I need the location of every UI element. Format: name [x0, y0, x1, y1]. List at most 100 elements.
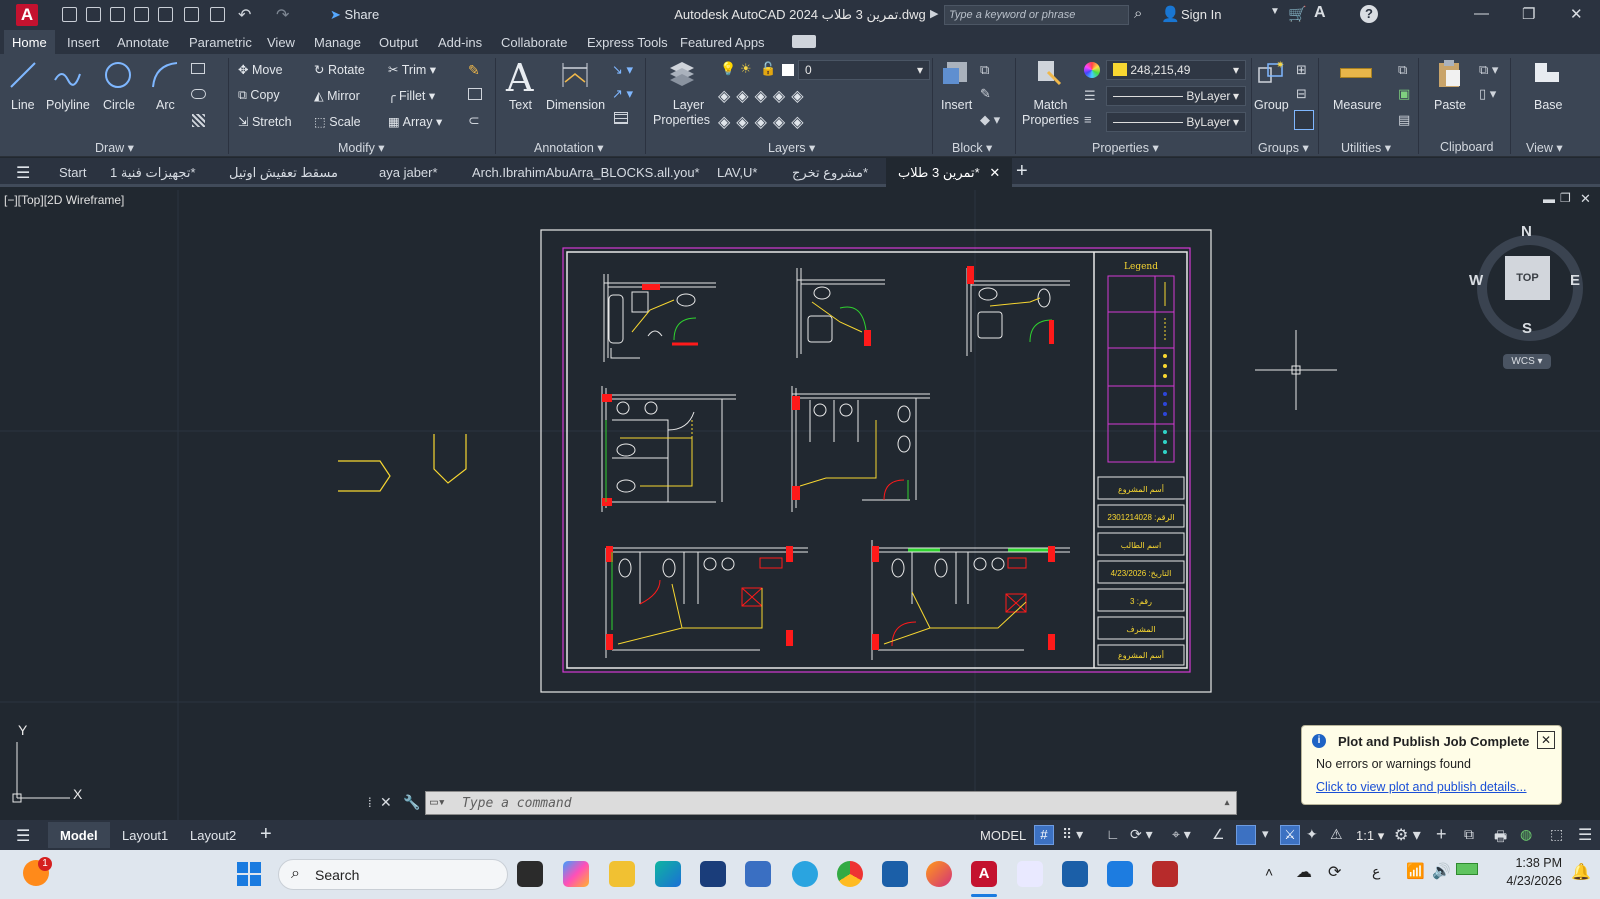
linetype-dropdown[interactable]: ByLayer ▾	[1106, 86, 1246, 106]
edit-block-icon[interactable]: ✎	[980, 86, 991, 102]
battery-icon[interactable]	[1456, 863, 1478, 875]
command-history-icon[interactable]: ▴	[1223, 795, 1231, 810]
new-tab-icon[interactable]: +	[1016, 160, 1028, 183]
text-button[interactable]: Text	[509, 98, 532, 112]
tab-manage[interactable]: Manage	[314, 35, 361, 50]
bathroom-plan[interactable]	[603, 274, 716, 362]
bathroom-plan[interactable]	[605, 546, 808, 658]
arc-button[interactable]: Arc	[156, 98, 175, 112]
help-icon[interactable]: ?	[1360, 5, 1378, 23]
base-button[interactable]: Base	[1534, 98, 1563, 112]
tab-express-tools[interactable]: Express Tools	[587, 35, 668, 50]
wifi-icon[interactable]: 📶	[1406, 862, 1425, 880]
modify-panel-label[interactable]: Modify ▾	[338, 140, 385, 155]
select-all-icon[interactable]: ▣	[1398, 86, 1410, 102]
ribbon-toggle-icon[interactable]	[792, 35, 816, 48]
save-as-icon[interactable]	[134, 7, 149, 22]
stretch-button[interactable]: ⇲ Stretch	[238, 114, 292, 129]
clock-date[interactable]: 4/23/2026	[1490, 874, 1562, 888]
properties-panel-label[interactable]: Properties ▾	[1092, 140, 1159, 155]
stray-shape[interactable]	[338, 460, 391, 492]
stray-shape[interactable]	[433, 434, 467, 484]
explode-icon[interactable]	[468, 88, 482, 100]
annotation-panel-label[interactable]: Annotation ▾	[534, 140, 604, 155]
tab-view[interactable]: View	[267, 35, 295, 50]
offset-icon[interactable]: ⊂	[468, 112, 480, 129]
annotation-monitor-icon[interactable]: +	[1436, 824, 1447, 845]
layers-panel-label[interactable]: Layers ▾	[768, 140, 815, 155]
doc-tab[interactable]: مشروع تخرج*	[792, 165, 868, 181]
minimize-icon[interactable]: —	[1474, 5, 1489, 22]
taskbar-search-input[interactable]: ⌕ Search	[278, 859, 508, 890]
color-wheel-icon[interactable]	[1084, 62, 1100, 78]
save-icon[interactable]	[110, 7, 125, 22]
autocad-taskbar-icon[interactable]: A	[971, 861, 997, 887]
measure-button[interactable]: Measure	[1333, 98, 1382, 112]
cart-icon[interactable]: 🛒	[1288, 5, 1307, 23]
rectangle-icon[interactable]	[191, 63, 205, 74]
workspace-gear-icon[interactable]: ⚙ ▾	[1394, 825, 1421, 845]
model-space-button[interactable]: MODEL	[980, 828, 1026, 843]
tray-chevron-icon[interactable]: ˄	[1265, 864, 1273, 880]
autoscale-icon[interactable]: ✦	[1306, 826, 1318, 843]
annotation-visibility-icon[interactable]: ⚔	[1280, 825, 1300, 845]
draw-panel-label[interactable]: Draw ▾	[95, 140, 134, 155]
menu-icon[interactable]: ☰	[16, 163, 30, 183]
insert-button[interactable]: Insert	[941, 98, 972, 112]
quick-select-icon[interactable]: ⧉	[1398, 62, 1407, 78]
ellipse-icon[interactable]	[191, 89, 206, 99]
onedrive-icon[interactable]: ☁	[1296, 862, 1312, 882]
share-button[interactable]: ➤ Share	[330, 7, 379, 23]
add-layout-icon[interactable]: +	[260, 823, 272, 846]
tab-parametric[interactable]: Parametric	[189, 35, 252, 50]
command-grip-icon[interactable]: ⁞	[368, 795, 372, 810]
copy-button[interactable]: ⧉ Copy	[238, 88, 280, 103]
clean-screen-icon[interactable]: ⬚	[1550, 826, 1563, 843]
annotation-scale-icon[interactable]: ⚠	[1330, 826, 1343, 843]
open-file-icon[interactable]	[86, 7, 101, 22]
search-icon[interactable]: ⌕	[1134, 5, 1142, 22]
command-customize-icon[interactable]: 🔧	[403, 794, 420, 811]
circle-button[interactable]: Circle	[103, 98, 135, 112]
grid-icon[interactable]: #	[1034, 825, 1054, 845]
ungroup-icon[interactable]: ⊞	[1296, 62, 1307, 78]
doc-tab[interactable]: مسقط تعفيش اوتيل	[229, 165, 338, 181]
bathroom-plan[interactable]	[601, 386, 736, 512]
layer-lock-icon[interactable]: 🔓	[760, 61, 776, 77]
lineweight-dropdown[interactable]: ByLayer ▾	[1106, 112, 1246, 132]
osnap-icon[interactable]: ⌖ ▾	[1172, 826, 1191, 843]
bathroom-plan[interactable]	[871, 540, 1070, 660]
autocad-logo-icon[interactable]: A	[16, 4, 38, 26]
tab-featured-apps[interactable]: Featured Apps	[680, 35, 765, 50]
bathroom-plan[interactable]	[796, 268, 885, 358]
tab-model[interactable]: Model	[48, 822, 110, 848]
doc-tab[interactable]: LAV,U*	[717, 165, 757, 180]
paste-button[interactable]: Paste	[1434, 98, 1466, 112]
group-edit-icon[interactable]: ⊟	[1296, 86, 1307, 102]
table-icon[interactable]	[614, 112, 628, 124]
clock-time[interactable]: 1:38 PM	[1500, 856, 1562, 870]
ortho-icon[interactable]: ∟	[1106, 826, 1120, 842]
bathroom-plan[interactable]	[791, 386, 930, 512]
doc-tab-active[interactable]: تمرين 3 طلاب* ✕	[886, 158, 1013, 187]
leader-icon[interactable]: ↘ ▾	[612, 62, 633, 78]
cut-icon[interactable]: ⧉ ▾	[1479, 62, 1498, 78]
layer-freeze-icon[interactable]: ☀	[740, 61, 752, 77]
undo-icon[interactable]: ↶	[238, 5, 251, 25]
array-button[interactable]: ▦ Array ▾	[388, 114, 442, 129]
calculator-icon[interactable]: ▤	[1398, 112, 1410, 128]
tab-collaborate[interactable]: Collaborate	[501, 35, 568, 50]
attribute-icon[interactable]: ◆ ▾	[980, 112, 1000, 128]
store-icon[interactable]	[700, 861, 726, 887]
language-indicator[interactable]: ع	[1372, 863, 1380, 880]
chrome-icon[interactable]	[837, 861, 863, 887]
block-panel-label[interactable]: Block ▾	[952, 140, 992, 155]
compass-north[interactable]: N	[1521, 223, 1532, 240]
notification-close-icon[interactable]: ✕	[1537, 731, 1555, 749]
command-input[interactable]: ▭▾ Type a command ▴	[425, 791, 1237, 815]
import-icon[interactable]	[184, 7, 199, 22]
isolate-objects-icon[interactable]: ◍	[1520, 826, 1532, 843]
task-view-icon[interactable]	[517, 861, 543, 887]
winrar-icon[interactable]	[1152, 861, 1178, 887]
doc-tab[interactable]: Arch.IbrahimAbuArra_BLOCKS.all.you*	[472, 165, 700, 180]
